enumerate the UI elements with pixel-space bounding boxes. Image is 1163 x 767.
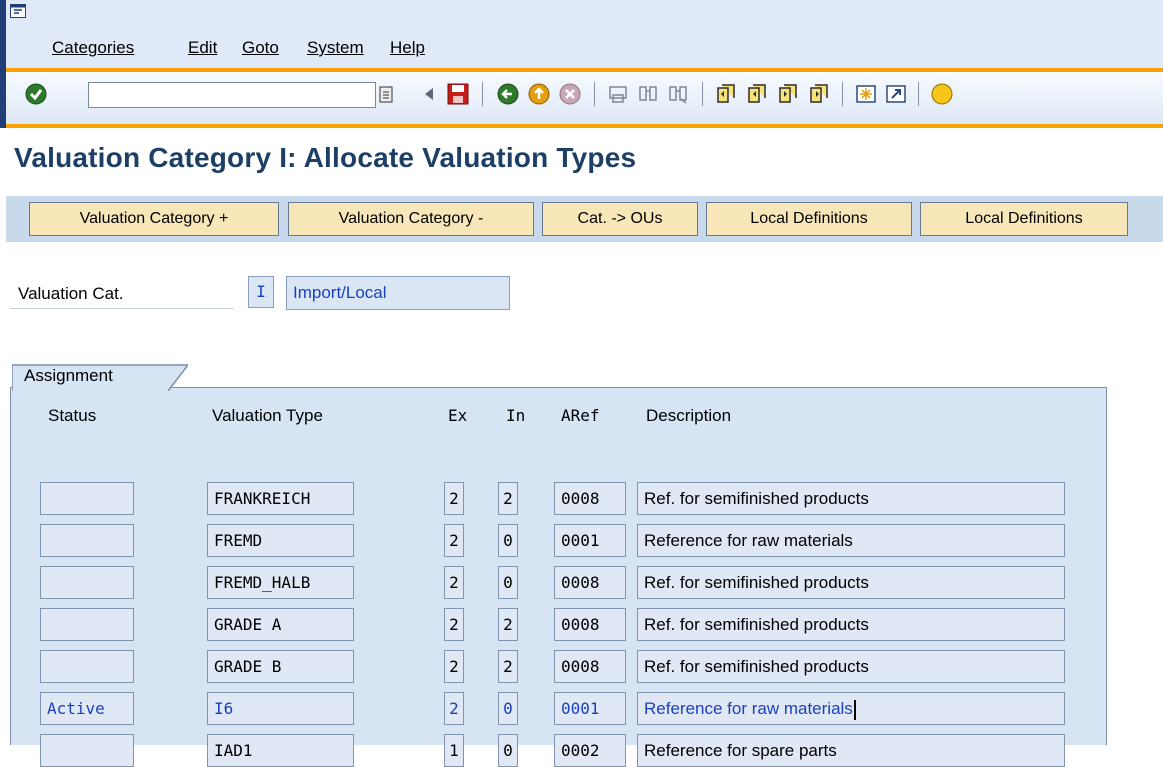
aref-cell[interactable]: 0008 bbox=[554, 608, 626, 641]
in-cell[interactable]: 2 bbox=[498, 482, 518, 515]
menu-goto[interactable]: Goto bbox=[242, 38, 279, 58]
description-cell-focused[interactable]: Reference for raw materials bbox=[637, 692, 1065, 725]
toolbar-separator bbox=[842, 82, 843, 106]
aref-cell[interactable]: 0008 bbox=[554, 650, 626, 683]
previous-page-icon[interactable] bbox=[745, 82, 769, 106]
valuation-category-plus-button[interactable]: Valuation Category + bbox=[29, 202, 279, 236]
help-icon[interactable] bbox=[930, 82, 954, 106]
in-cell[interactable]: 2 bbox=[498, 608, 518, 641]
find-next-icon[interactable] bbox=[666, 82, 690, 106]
status-cell[interactable] bbox=[40, 524, 134, 557]
in-cell[interactable]: 2 bbox=[498, 650, 518, 683]
toolbar-separator bbox=[702, 82, 703, 106]
menu-bar bbox=[6, 0, 1163, 68]
description-cell[interactable]: Reference for spare parts bbox=[637, 734, 1065, 767]
page-title: Valuation Category I: Allocate Valuation… bbox=[14, 142, 637, 173]
in-cell[interactable]: 0 bbox=[498, 734, 518, 767]
valuation-type-cell[interactable]: FREMD_HALB bbox=[207, 566, 354, 599]
assignment-group-title: Assignment bbox=[24, 366, 113, 385]
menu-system[interactable]: System bbox=[307, 38, 364, 58]
ex-cell[interactable]: 2 bbox=[444, 524, 464, 557]
left-triangle-icon[interactable] bbox=[418, 82, 442, 106]
status-cell[interactable] bbox=[40, 734, 134, 767]
toolbar-separator bbox=[918, 82, 919, 106]
ex-cell[interactable]: 2 bbox=[444, 692, 464, 725]
valuation-category-minus-button[interactable]: Valuation Category - bbox=[288, 202, 534, 236]
description-text: Reference for raw materials bbox=[644, 699, 853, 718]
toolbar-bottom-border bbox=[6, 124, 1163, 128]
menu-help[interactable]: Help bbox=[390, 38, 425, 58]
col-header-valuation-type: Valuation Type bbox=[212, 406, 323, 425]
status-cell[interactable] bbox=[40, 650, 134, 683]
valuation-type-cell[interactable]: FRANKREICH bbox=[207, 482, 354, 515]
create-shortcut-icon[interactable] bbox=[884, 82, 908, 106]
first-page-icon[interactable] bbox=[714, 82, 738, 106]
description-cell[interactable]: Ref. for semifinished products bbox=[637, 608, 1065, 641]
valuation-type-cell[interactable]: FREMD bbox=[207, 524, 354, 557]
enter-check-icon[interactable] bbox=[24, 82, 48, 106]
system-menu-icon[interactable] bbox=[10, 4, 26, 18]
valuation-type-cell[interactable]: I6 bbox=[207, 692, 354, 725]
find-icon[interactable] bbox=[636, 82, 660, 106]
menu-categories[interactable]: Categories bbox=[52, 38, 134, 58]
exit-icon[interactable] bbox=[527, 82, 551, 106]
description-cell[interactable]: Ref. for semifinished products bbox=[637, 482, 1065, 515]
in-cell[interactable]: 0 bbox=[498, 524, 518, 557]
valuation-cat-code-field[interactable]: I bbox=[248, 276, 274, 308]
valuation-type-cell[interactable]: GRADE A bbox=[207, 608, 354, 641]
print-icon[interactable] bbox=[606, 82, 630, 106]
aref-cell[interactable]: 0001 bbox=[554, 524, 626, 557]
valuation-cat-label: Valuation Cat. bbox=[10, 279, 234, 309]
status-cell[interactable] bbox=[40, 482, 134, 515]
local-definitions-button[interactable]: Local Definitions bbox=[706, 202, 912, 236]
aref-cell[interactable]: 0002 bbox=[554, 734, 626, 767]
cat-to-ous-button[interactable]: Cat. -> OUs bbox=[542, 202, 698, 236]
back-icon[interactable] bbox=[496, 82, 520, 106]
ex-cell[interactable]: 2 bbox=[444, 566, 464, 599]
valuation-cat-text-field: Import/Local bbox=[286, 276, 510, 310]
description-cell[interactable]: Ref. for semifinished products bbox=[637, 650, 1065, 683]
cancel-icon[interactable] bbox=[558, 82, 582, 106]
ex-cell[interactable]: 2 bbox=[444, 608, 464, 641]
col-header-ex: Ex bbox=[448, 406, 468, 425]
local-definitions-button-2[interactable]: Local Definitions bbox=[920, 202, 1128, 236]
description-cell[interactable]: Reference for raw materials bbox=[637, 524, 1065, 557]
last-page-icon[interactable] bbox=[807, 82, 831, 106]
aref-cell[interactable]: 0001 bbox=[554, 692, 626, 725]
ex-cell[interactable]: 1 bbox=[444, 734, 464, 767]
toolbar-separator bbox=[594, 82, 595, 106]
aref-cell[interactable]: 0008 bbox=[554, 482, 626, 515]
status-cell[interactable] bbox=[40, 566, 134, 599]
in-cell[interactable]: 0 bbox=[498, 692, 518, 725]
status-cell[interactable]: Active bbox=[40, 692, 134, 725]
menu-edit[interactable]: Edit bbox=[188, 38, 217, 58]
next-page-icon[interactable] bbox=[776, 82, 800, 106]
aref-cell[interactable]: 0008 bbox=[554, 566, 626, 599]
col-header-description: Description bbox=[646, 406, 732, 425]
status-cell[interactable] bbox=[40, 608, 134, 641]
col-header-status: Status bbox=[48, 406, 97, 425]
valuation-type-cell[interactable]: IAD1 bbox=[207, 734, 354, 767]
in-cell[interactable]: 0 bbox=[498, 566, 518, 599]
col-header-aref: ARef bbox=[561, 406, 600, 425]
text-cursor bbox=[853, 699, 856, 720]
valuation-type-cell[interactable]: GRADE B bbox=[207, 650, 354, 683]
toolbar-separator bbox=[482, 82, 483, 106]
ex-cell[interactable]: 2 bbox=[444, 650, 464, 683]
description-cell[interactable]: Ref. for semifinished products bbox=[637, 566, 1065, 599]
ex-cell[interactable]: 2 bbox=[444, 482, 464, 515]
col-header-in: In bbox=[506, 406, 526, 425]
command-dropdown-icon[interactable] bbox=[378, 86, 394, 104]
create-session-icon[interactable] bbox=[854, 82, 878, 106]
command-field[interactable] bbox=[88, 82, 376, 108]
save-icon[interactable] bbox=[446, 82, 470, 106]
